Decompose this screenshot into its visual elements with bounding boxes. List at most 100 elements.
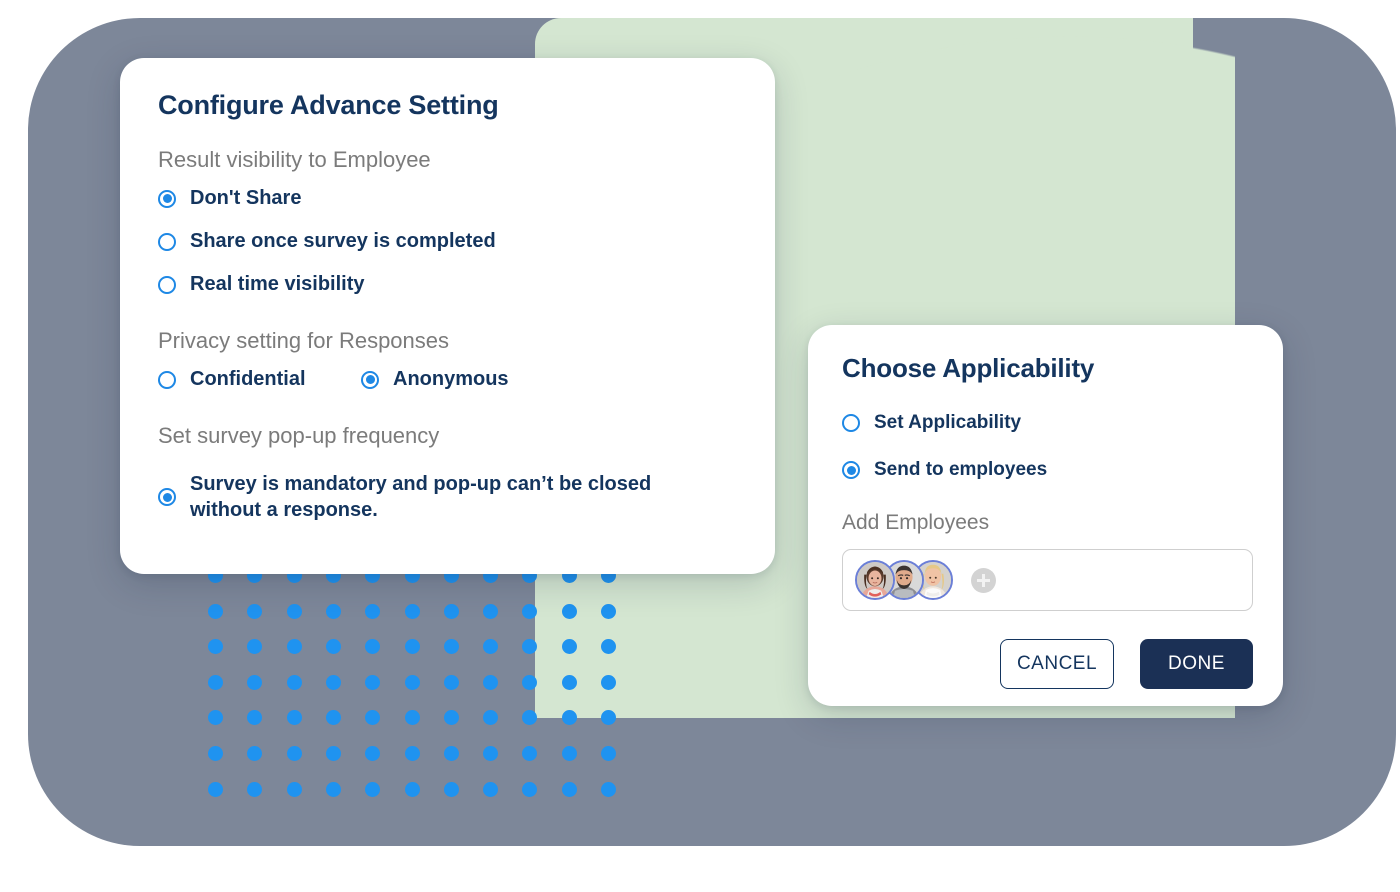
radio-icon-real-time-visibility[interactable] [158,275,176,294]
decorative-dot [208,710,223,726]
decorative-dot [522,639,538,655]
radio-icon-anonymous[interactable] [361,370,379,389]
decorative-dot [365,710,381,726]
radio-option-share-once-completed[interactable]: Share once survey is completed [158,230,755,253]
result-visibility-options: Don't Share Share once survey is complet… [158,187,755,296]
decorative-dot [443,746,459,761]
radio-label-survey-mandatory: Survey is mandatory and pop-up can’t be … [190,473,652,522]
decorative-dot [561,674,577,690]
decorative-dot [286,710,302,726]
radio-label-confidential: Confidential [190,368,306,390]
decorative-dot [443,603,459,619]
done-button[interactable]: DONE [1140,639,1253,689]
radio-icon-confidential[interactable] [158,370,176,389]
decorative-dot [561,603,577,619]
radio-icon-survey-mandatory[interactable] [158,488,176,507]
decorative-dot [208,746,223,761]
radio-option-real-time-visibility[interactable]: Real time visibility [158,273,755,296]
decorative-dot [443,674,459,690]
decorative-dot [561,746,577,761]
decorative-dot [247,781,263,797]
employee-avatar-1[interactable] [855,560,895,600]
radio-label-dont-share: Don't Share [190,187,302,209]
add-employees-label: Add Employees [842,511,990,534]
cancel-button[interactable]: CANCEL [1000,639,1114,689]
radio-icon-share-once-completed[interactable] [158,232,176,251]
decorative-dot [601,603,616,619]
decorative-dot [561,781,577,797]
decorative-dot [208,781,223,797]
radio-icon-set-applicability[interactable] [842,414,860,432]
privacy-setting-options: Confidential Anonymous [158,368,755,391]
radio-label-set-applicability: Set Applicability [874,412,1022,433]
employee-avatar-group [855,560,953,600]
radio-option-confidential[interactable]: Confidential [158,368,361,391]
decorative-dot [404,710,420,726]
radio-icon-send-to-employees[interactable] [842,461,860,479]
decorative-dot [247,746,263,761]
decorative-dot [443,781,459,797]
decorative-dot [286,639,302,655]
decorative-dot [601,674,616,690]
decorative-dot [443,710,459,726]
privacy-setting-label: Privacy setting for Responses [158,328,450,353]
decorative-dot [483,710,499,726]
plus-icon[interactable] [971,567,996,593]
advance-settings-title: Configure Advance Setting [158,90,499,120]
result-visibility-label: Result visibility to Employee [158,147,431,172]
decorative-dot [325,603,341,619]
decorative-dot [601,710,616,726]
survey-popup-frequency-label: Set survey pop-up frequency [158,423,440,448]
decorative-dot [483,746,499,761]
radio-icon-dont-share[interactable] [158,189,176,208]
decorative-dot-grid [208,568,620,797]
radio-option-survey-mandatory[interactable]: Survey is mandatory and pop-up can’t be … [158,471,755,524]
add-employees-input[interactable] [842,549,1253,611]
decorative-dot [365,603,381,619]
decorative-dot [443,639,459,655]
configure-advance-setting-card: Configure Advance Setting Result visibil… [120,58,775,574]
radio-label-send-to-employees: Send to employees [874,459,1048,480]
decorative-dot [483,781,499,797]
decorative-dot [325,639,341,655]
radio-option-dont-share[interactable]: Don't Share [158,187,755,210]
decorative-dot [247,639,263,655]
decorative-dot [483,674,499,690]
decorative-dot [208,674,223,690]
decorative-dot [286,674,302,690]
decorative-dot [286,746,302,761]
applicability-title: Choose Applicability [842,353,1095,383]
decorative-dot [483,603,499,619]
decorative-dot [208,639,223,655]
radio-option-set-applicability[interactable]: Set Applicability [842,412,1253,434]
decorative-dot [247,674,263,690]
applicability-options: Set Applicability Send to employees [842,412,1253,481]
applicability-card-actions: CANCEL DONE [842,639,1253,689]
decorative-dot [522,746,538,761]
decorative-dot [247,603,263,619]
decorative-dot [561,639,577,655]
decorative-dot [365,746,381,761]
radio-label-real-time-visibility: Real time visibility [190,273,365,295]
decorative-dot [286,603,302,619]
decorative-dot [208,603,223,619]
radio-option-send-to-employees[interactable]: Send to employees [842,459,1253,481]
choose-applicability-card: Choose Applicability Set Applicability S… [808,325,1283,706]
radio-option-anonymous[interactable]: Anonymous [361,368,509,391]
decorative-dot [365,674,381,690]
decorative-dot [325,710,341,726]
decorative-dot [365,639,381,655]
decorative-dot [522,674,538,690]
decorative-dot [404,781,420,797]
decorative-dot [325,674,341,690]
decorative-dot [522,781,538,797]
decorative-dot [404,674,420,690]
decorative-dot [325,746,341,761]
decorative-dot [325,781,341,797]
decorative-dot [247,710,263,726]
decorative-dot [404,603,420,619]
decorative-dot [522,710,538,726]
decorative-dot [601,781,616,797]
decorative-dot [601,746,616,761]
decorative-dot [601,639,616,655]
